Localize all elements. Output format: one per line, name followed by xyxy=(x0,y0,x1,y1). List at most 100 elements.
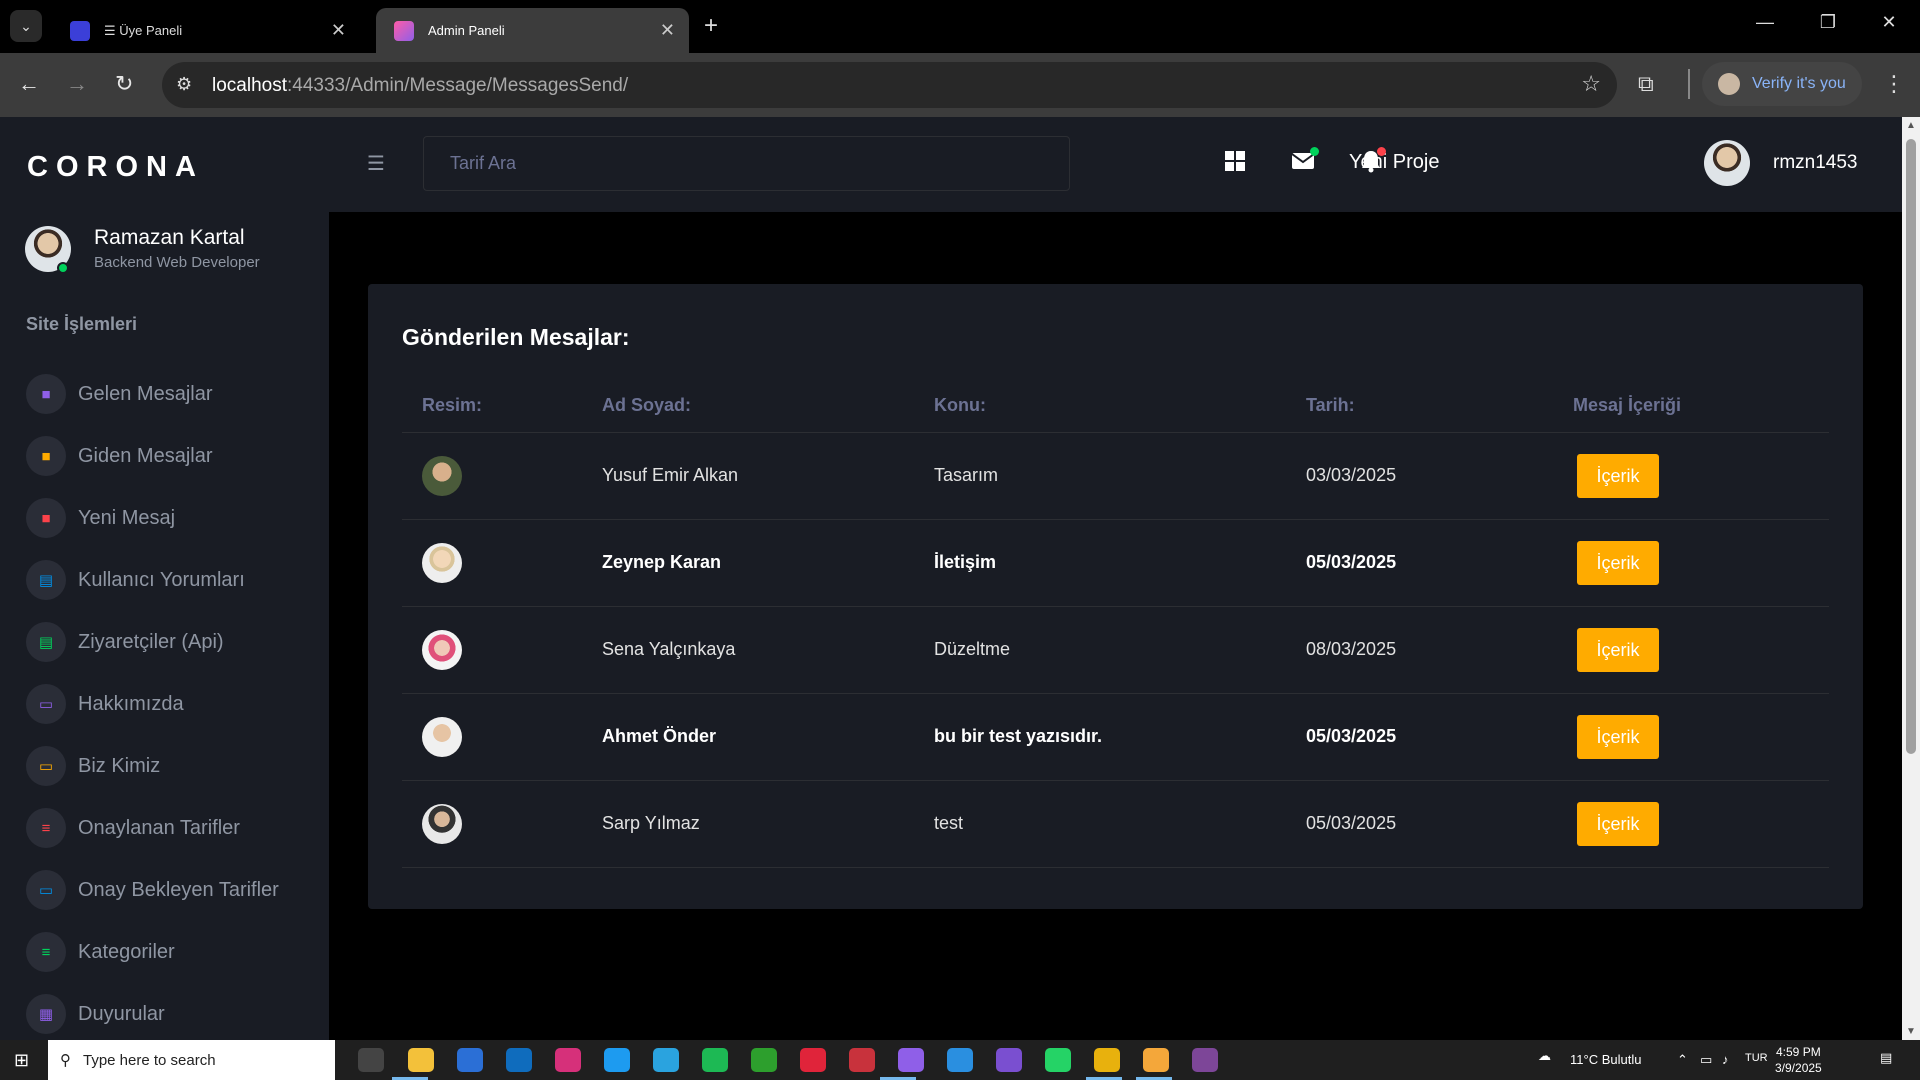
laptop-icon: ▭ xyxy=(26,746,66,786)
mail-notification-dot xyxy=(1310,147,1319,156)
windows-start-icon[interactable]: ⊞ xyxy=(14,1050,29,1071)
task-view-icon[interactable] xyxy=(358,1048,384,1072)
game-icon[interactable] xyxy=(849,1048,875,1072)
top-navbar: ☰ Yeni Proje rmzn1453 xyxy=(329,117,1902,212)
file-explorer-icon[interactable] xyxy=(408,1048,434,1072)
sidebar-item-label: Hakkımızda xyxy=(78,692,184,715)
tab-uye-paneli[interactable]: ☰ Üye Paneli ✕ xyxy=(52,8,360,53)
chrome-icon[interactable] xyxy=(1094,1048,1120,1072)
scrollbar-thumb[interactable] xyxy=(1906,139,1916,754)
address-bar[interactable]: ⚙ localhost:44333/Admin/Message/Messages… xyxy=(162,62,1617,108)
profile-avatar-icon xyxy=(1718,73,1740,95)
verify-profile-button[interactable]: Verify it's you xyxy=(1702,62,1862,106)
sidebar-item[interactable]: ■ Giden Mesajlar xyxy=(26,436,316,476)
search-input[interactable] xyxy=(423,136,1070,191)
sidebar-item[interactable]: ▤ Ziyaretçiler (Api) xyxy=(26,622,316,662)
close-tab-icon[interactable]: ✕ xyxy=(331,20,346,41)
url-text[interactable]: localhost:44333/Admin/Message/MessagesSe… xyxy=(212,75,628,97)
icerik-button[interactable]: İçerik xyxy=(1577,454,1659,498)
tor-icon[interactable] xyxy=(1192,1048,1218,1072)
site-favicon-icon xyxy=(394,20,414,41)
extensions-icon[interactable]: ⧉ xyxy=(1638,71,1654,97)
telegram-icon[interactable] xyxy=(653,1048,679,1072)
sidebar-item-label: Kategoriler xyxy=(78,940,175,963)
icerik-button[interactable]: İçerik xyxy=(1577,715,1659,759)
tab-title: Admin Paneli xyxy=(428,23,505,38)
search-icon: ⚲ xyxy=(60,1052,71,1069)
tray-chevron-icon[interactable]: ⌃ xyxy=(1677,1052,1688,1068)
notification-icon[interactable]: ▤ xyxy=(1880,1050,1892,1066)
visual-studio-icon[interactable] xyxy=(898,1048,924,1072)
restore-icon[interactable]: ❐ xyxy=(1805,12,1851,33)
new-tab-button[interactable]: + xyxy=(704,12,718,40)
forward-icon[interactable]: → xyxy=(66,71,88,97)
scroll-up-icon[interactable]: ▲ xyxy=(1906,120,1916,131)
sidebar-section-title: Site İşlemleri xyxy=(26,314,138,334)
laptop-icon: ▭ xyxy=(26,684,66,724)
visual-studio-2-icon[interactable] xyxy=(996,1048,1022,1072)
spotify-icon[interactable] xyxy=(702,1048,728,1072)
more-menu-icon[interactable]: ⋮ xyxy=(1883,71,1905,97)
tab-title: ☰ Üye Paneli xyxy=(104,22,183,38)
grid-icon[interactable] xyxy=(1220,146,1250,176)
sidebar-item[interactable]: ▤ Kullanıcı Yorumları xyxy=(26,560,316,600)
reload-icon[interactable]: ↻ xyxy=(115,71,133,97)
sidebar-item[interactable]: ■ Gelen Mesajlar xyxy=(26,374,316,414)
window-close-icon[interactable]: ✕ xyxy=(1866,12,1912,33)
close-tab-icon[interactable]: ✕ xyxy=(660,20,675,41)
profile-name: Ramazan Kartal xyxy=(94,226,245,249)
minimize-icon[interactable]: — xyxy=(1742,12,1788,33)
sidebar-item-label: Onaylanan Tarifler xyxy=(78,816,240,839)
sidebar-item[interactable]: ≡ Kategoriler xyxy=(26,932,316,972)
sidebar-item-label: Yeni Mesaj xyxy=(78,506,176,529)
sidebar-item[interactable]: ▭ Onay Bekleyen Tarifler xyxy=(26,870,316,910)
sidebar: CORONA Ramazan Kartal Backend Web Develo… xyxy=(0,117,329,1040)
sidebar-item[interactable]: ■ Yeni Mesaj xyxy=(26,498,316,538)
table-header: Resim: Ad Soyad: Konu: Tarih: Mesaj İçer… xyxy=(402,379,1829,433)
site-favicon-icon xyxy=(70,20,90,41)
bell-icon[interactable] xyxy=(1356,146,1386,176)
sidebar-item[interactable]: ▦ Duyurular xyxy=(26,994,316,1034)
brand-logo[interactable]: CORONA xyxy=(27,151,204,184)
username[interactable]: rmzn1453 xyxy=(1773,152,1858,174)
page-content: CORONA Ramazan Kartal Backend Web Develo… xyxy=(0,117,1902,1040)
icerik-button[interactable]: İçerik xyxy=(1577,541,1659,585)
mail-icon[interactable] xyxy=(1288,146,1319,176)
cell-subject: Düzeltme xyxy=(934,639,1011,659)
bookmark-star-icon[interactable]: ☆ xyxy=(1581,71,1601,97)
page-scrollbar[interactable]: ▲ ▼ xyxy=(1902,117,1920,1040)
twitter-icon[interactable] xyxy=(604,1048,630,1072)
hamburger-icon[interactable]: ☰ xyxy=(367,151,385,176)
volume-icon[interactable]: ♪ xyxy=(1722,1052,1729,1067)
battery-icon[interactable]: ▭ xyxy=(1700,1052,1712,1068)
sidebar-item[interactable]: ▭ Hakkımızda xyxy=(26,684,316,724)
paint-icon[interactable] xyxy=(1143,1048,1169,1072)
icerik-button[interactable]: İçerik xyxy=(1577,802,1659,846)
sidebar-item[interactable]: ▭ Biz Kimiz xyxy=(26,746,316,786)
outlook-icon[interactable] xyxy=(506,1048,532,1072)
taskbar-clock[interactable]: 4:59 PM 3/9/2025 xyxy=(1775,1044,1822,1076)
store-icon[interactable] xyxy=(457,1048,483,1072)
sidebar-item[interactable]: ≡ Onaylanan Tarifler xyxy=(26,808,316,848)
user-avatar[interactable] xyxy=(1704,140,1750,186)
weather-text[interactable]: 11°C Bulutlu xyxy=(1570,1052,1641,1067)
back-icon[interactable]: ← xyxy=(18,71,40,97)
tab-admin-paneli[interactable]: Admin Paneli ✕ xyxy=(376,8,689,53)
scroll-down-icon[interactable]: ▼ xyxy=(1906,1026,1916,1037)
xbox-icon[interactable] xyxy=(751,1048,777,1072)
sent-messages-card: Gönderilen Mesajlar: Resim: Ad Soyad: Ko… xyxy=(368,284,1863,909)
windows-taskbar: ⊞ ⚲ Type here to search ☁ 11°C Bulutlu ⌃… xyxy=(0,1040,1920,1080)
playlist-icon: ≡ xyxy=(26,808,66,848)
icerik-button[interactable]: İçerik xyxy=(1577,628,1659,672)
weather-icon[interactable]: ☁ xyxy=(1538,1048,1551,1064)
instagram-icon[interactable] xyxy=(555,1048,581,1072)
site-info-icon[interactable]: ⚙ xyxy=(176,74,192,95)
taskbar-search-box[interactable]: ⚲ Type here to search xyxy=(48,1040,335,1080)
language-indicator[interactable]: TUR xyxy=(1745,1052,1768,1064)
table-row: Zeynep Karan İletişim 05/03/2025 İçerik xyxy=(402,520,1829,607)
cell-date: 05/03/2025 xyxy=(1306,813,1397,833)
opera-icon[interactable] xyxy=(800,1048,826,1072)
tab-search-button[interactable]: ⌄ xyxy=(10,10,42,42)
whatsapp-icon[interactable] xyxy=(1045,1048,1071,1072)
vscode-icon[interactable] xyxy=(947,1048,973,1072)
